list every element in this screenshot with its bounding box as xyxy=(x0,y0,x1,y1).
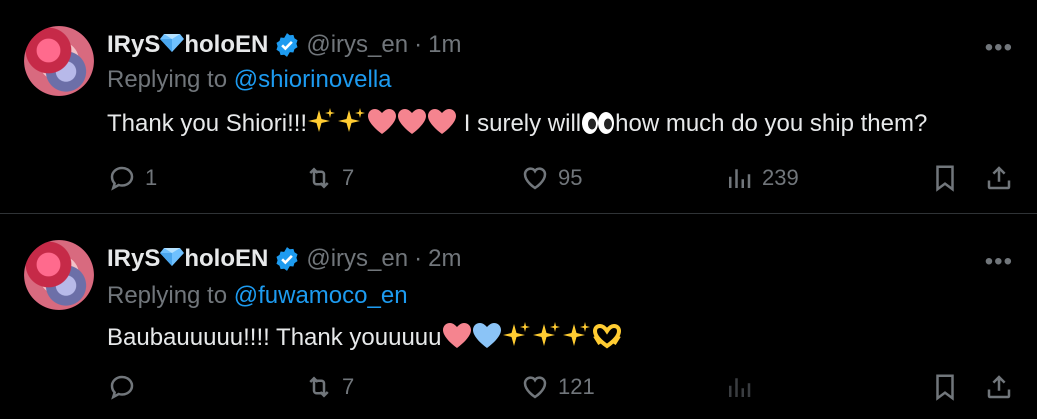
share-button[interactable] xyxy=(984,369,1014,405)
sparkles-icon xyxy=(532,322,560,346)
avatar[interactable] xyxy=(24,26,94,96)
pink-heart-icon xyxy=(398,109,427,134)
reply-icon xyxy=(110,375,134,400)
tweet-text: Baubauuuuu!!!! Thank youuuuu xyxy=(107,320,622,352)
separator-dot: · xyxy=(414,31,423,58)
replying-prefix: Replying to xyxy=(107,282,228,309)
bookmark-button[interactable] xyxy=(930,369,960,405)
handle[interactable]: @irys_en xyxy=(306,31,408,59)
like-button[interactable]: 121 xyxy=(520,369,595,405)
action-bar: 7 121 xyxy=(107,369,1013,405)
like-count: 95 xyxy=(558,165,583,190)
heart-hands-icon xyxy=(592,323,621,349)
tweet-1[interactable]: IRyS holoEN @irys_en · 1m ••• Replying to… xyxy=(0,0,1037,213)
verified-badge-icon[interactable] xyxy=(274,246,300,272)
tweet-text-part: Thank you Shiori!!! xyxy=(107,110,308,137)
sparkles-icon xyxy=(338,108,366,132)
action-bar: 1 7 95 239 xyxy=(107,160,1013,196)
sparkles-icon xyxy=(562,322,590,346)
display-name[interactable]: IRyS holoEN xyxy=(107,31,268,59)
share-icon xyxy=(987,375,1011,399)
retweet-icon xyxy=(309,376,329,398)
timestamp[interactable]: 2m xyxy=(428,245,461,273)
sparkles-icon xyxy=(308,108,336,132)
reply-icon xyxy=(110,166,134,191)
handle[interactable]: @irys_en xyxy=(306,245,408,273)
view-count: 239 xyxy=(762,165,799,190)
reply-button[interactable]: 1 xyxy=(107,160,157,196)
tweet-header: IRyS holoEN @irys_en · 1m xyxy=(107,30,461,60)
replying-to: Replying to @fuwamoco_en xyxy=(107,282,408,310)
mention-link[interactable]: @shiorinovella xyxy=(234,66,392,93)
gem-icon xyxy=(160,34,185,52)
like-count: 121 xyxy=(558,374,595,399)
tweet-header: IRyS holoEN @irys_en · 2m xyxy=(107,244,461,274)
views-button[interactable] xyxy=(724,369,762,405)
avatar[interactable] xyxy=(24,240,94,310)
more-dots-icon[interactable]: ••• xyxy=(985,248,1013,276)
like-button[interactable]: 95 xyxy=(520,160,582,196)
views-icon xyxy=(729,169,751,188)
reply-count: 1 xyxy=(145,165,158,190)
retweet-count: 7 xyxy=(342,374,355,399)
pink-heart-icon xyxy=(428,109,457,134)
display-name[interactable]: IRyS holoEN xyxy=(107,245,268,273)
retweet-count: 7 xyxy=(342,165,355,190)
sparkles-icon xyxy=(502,322,530,346)
heart-icon xyxy=(523,167,547,190)
views-button[interactable]: 239 xyxy=(724,160,799,196)
pink-heart-icon xyxy=(368,109,397,134)
share-button[interactable] xyxy=(984,160,1014,196)
gem-icon xyxy=(160,248,185,266)
mention-link[interactable]: @fuwamoco_en xyxy=(234,282,408,309)
retweet-icon xyxy=(309,167,329,189)
verified-badge-icon[interactable] xyxy=(274,32,300,58)
heart-icon xyxy=(523,376,547,399)
retweet-button[interactable]: 7 xyxy=(304,160,354,196)
bookmark-icon xyxy=(936,374,954,401)
retweet-button[interactable]: 7 xyxy=(304,369,354,405)
timestamp[interactable]: 1m xyxy=(428,31,461,59)
views-icon xyxy=(729,378,751,397)
blue-heart-icon xyxy=(472,323,501,348)
tweet-2[interactable]: IRyS holoEN @irys_en · 2m ••• Replying to… xyxy=(0,213,1037,419)
more-dots-icon[interactable]: ••• xyxy=(985,34,1013,62)
tweet-text-part: I surely will xyxy=(457,110,582,137)
tweet-text: Thank you Shiori!!! I surely will how muc… xyxy=(107,106,927,138)
pink-heart-icon xyxy=(442,323,471,348)
tweet-text-part: how much do you ship them? xyxy=(615,110,928,137)
replying-prefix: Replying to xyxy=(107,66,228,93)
separator-dot: · xyxy=(414,245,423,272)
eyes-icon xyxy=(582,112,615,134)
share-icon xyxy=(987,166,1011,190)
replying-to: Replying to @shiorinovella xyxy=(107,66,392,94)
bookmark-icon xyxy=(936,165,954,192)
bookmark-button[interactable] xyxy=(930,160,960,196)
reply-button[interactable] xyxy=(107,369,145,405)
tweet-text-part: Baubauuuuu!!!! Thank youuuuu xyxy=(107,324,442,351)
